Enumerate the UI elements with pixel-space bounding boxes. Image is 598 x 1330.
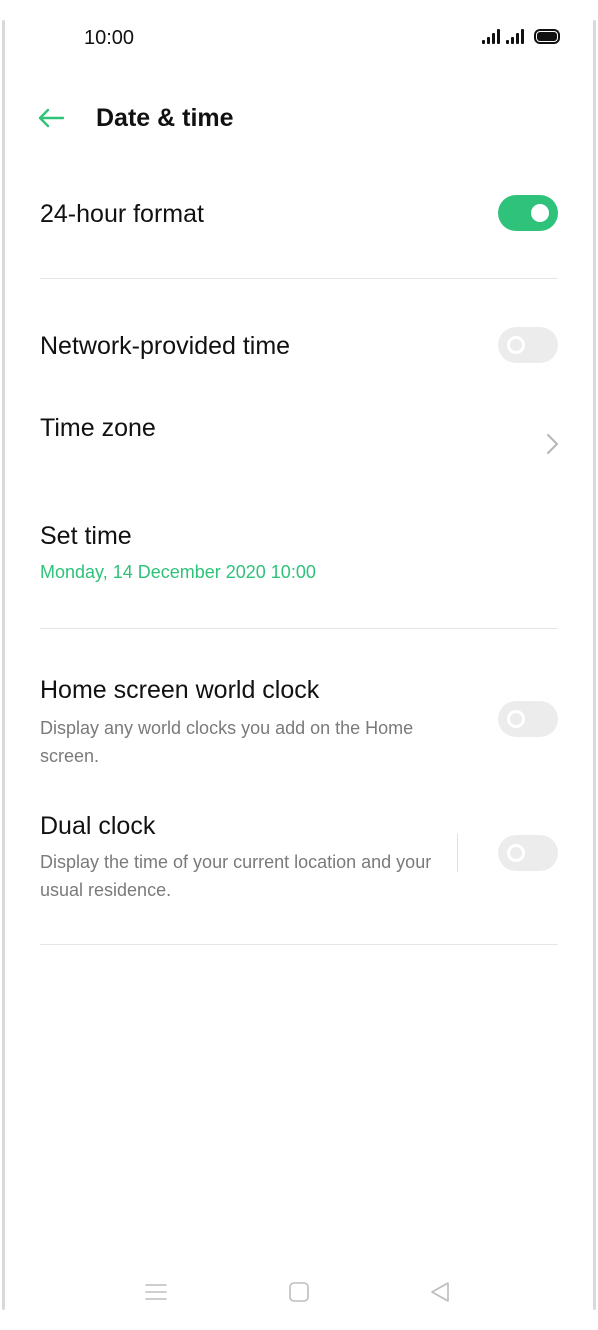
menu-icon [145, 1284, 167, 1300]
setting-network-provided-time-label: Network-provided time [40, 332, 291, 360]
setting-dual-clock-label: Dual clock [40, 812, 156, 840]
app-bar: Date & time [0, 90, 598, 146]
back-nav-button[interactable] [418, 1270, 462, 1314]
menu-button[interactable] [134, 1270, 178, 1314]
status-bar: 10:00 [0, 0, 598, 76]
home-icon [289, 1282, 309, 1302]
setting-time-zone[interactable]: Time zone [0, 404, 598, 474]
setting-world-clock-label: Home screen world clock [40, 676, 320, 704]
setting-set-time-label: Set time [40, 522, 132, 550]
toggle-knob [531, 204, 549, 222]
dual-clock-toggle[interactable] [498, 835, 558, 871]
setting-24-hour-format[interactable]: 24-hour format [0, 190, 598, 240]
section-divider [40, 628, 558, 629]
chevron-right-icon[interactable] [542, 430, 562, 458]
toggle-knob [507, 336, 525, 354]
section-divider [40, 278, 558, 279]
toggle-knob [507, 844, 525, 862]
setting-dual-clock-description: Display the time of your current locatio… [40, 852, 432, 900]
24-hour-format-toggle[interactable] [498, 195, 558, 231]
setting-world-clock-description: Display any world clocks you add on the … [40, 718, 414, 766]
arrow-left-icon [38, 108, 65, 128]
setting-time-zone-label: Time zone [40, 414, 156, 442]
set-time-value: Monday, 14 December 2020 10:00 [40, 562, 316, 582]
home-screen-world-clock-toggle[interactable] [498, 701, 558, 737]
signal-icon [482, 28, 500, 44]
section-divider [40, 944, 558, 945]
navigation-bar [0, 1270, 598, 1314]
status-icons [482, 28, 560, 44]
network-provided-time-toggle[interactable] [498, 327, 558, 363]
toggle-knob [507, 710, 525, 728]
page-title: Date & time [96, 104, 234, 132]
back-button[interactable] [34, 102, 68, 134]
home-button[interactable] [277, 1270, 321, 1314]
setting-network-provided-time[interactable]: Network-provided time [0, 322, 598, 372]
setting-home-screen-world-clock[interactable]: Home screen world clock Display any worl… [0, 666, 598, 776]
setting-24-hour-format-label: 24-hour format [40, 200, 204, 228]
battery-icon [534, 29, 560, 44]
vertical-divider [457, 834, 458, 872]
status-time: 10:00 [84, 27, 135, 49]
setting-dual-clock[interactable]: Dual clock Display the time of your curr… [0, 802, 598, 912]
signal-icon [506, 28, 524, 44]
setting-set-time[interactable]: Set time Monday, 14 December 2020 10:00 [0, 512, 598, 592]
back-triangle-icon [431, 1282, 449, 1302]
